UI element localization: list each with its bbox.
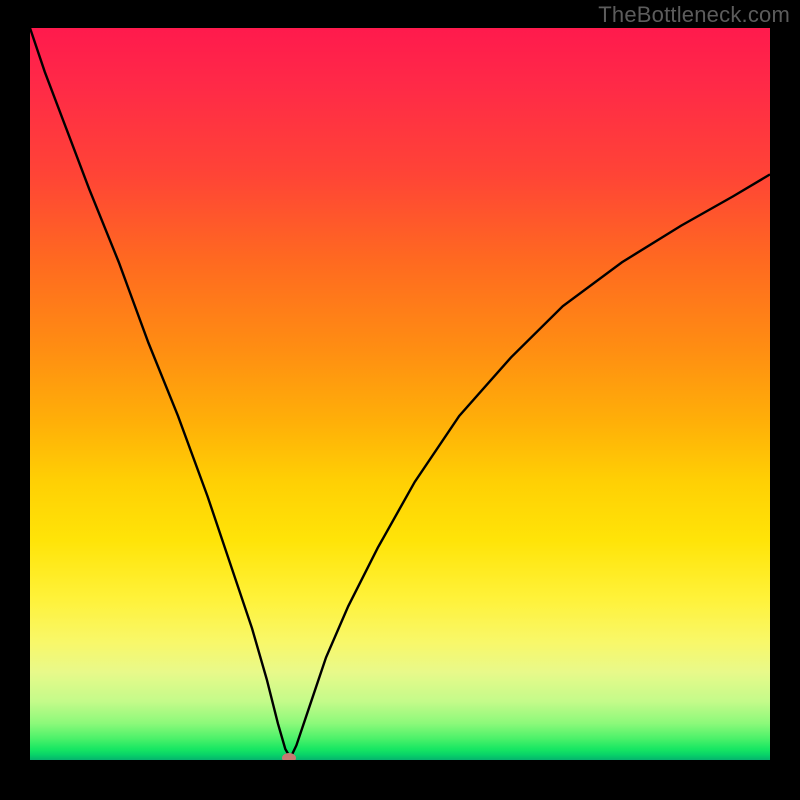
plot-area [30, 28, 770, 760]
optimum-marker [282, 753, 296, 760]
chart-frame: TheBottleneck.com [0, 0, 800, 800]
bottleneck-curve [30, 28, 770, 758]
curve-svg [30, 28, 770, 760]
watermark-text: TheBottleneck.com [598, 2, 790, 28]
